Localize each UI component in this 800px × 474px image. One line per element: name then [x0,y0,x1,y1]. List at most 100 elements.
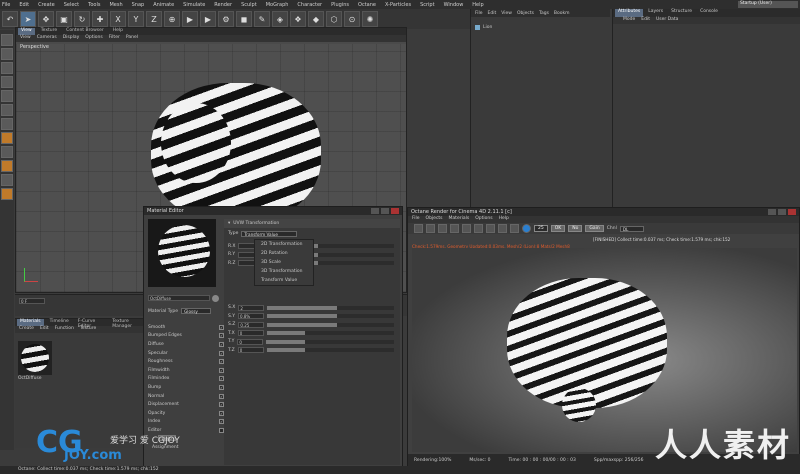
axis-y-button[interactable]: Y [128,11,144,27]
channel-row[interactable]: Filmindex ✓ [148,375,224,384]
menu-script[interactable]: Script [420,2,435,8]
render-settings-icon[interactable]: ⚙ [218,11,234,27]
channel-row[interactable]: Specular ✓ [148,349,224,358]
tab-content-browser[interactable]: Content Browser [63,28,107,35]
menu-animate[interactable]: Animate [153,2,174,8]
menu-mesh[interactable]: Mesh [109,2,122,8]
object-row-lion[interactable]: Lion [471,23,610,32]
edges-mode-icon[interactable] [1,104,13,116]
octane-menu-help[interactable]: Help [499,216,509,223]
material-name-icon[interactable] [212,295,219,302]
menu-simulate[interactable]: Simulate [183,2,205,8]
tweak-mode-icon[interactable] [1,146,13,158]
attr-user-data[interactable]: User Data [656,17,678,24]
viewport-menu-filter[interactable]: Filter [109,35,120,42]
frame-field[interactable]: 0 F [19,298,45,304]
param-field[interactable]: 0 [237,330,264,337]
tab-attributes[interactable]: Attributes [615,9,644,17]
model-mode-icon[interactable] [1,48,13,60]
type-option[interactable]: 3D Transformation [255,267,313,276]
param-slider[interactable] [266,348,394,353]
deformer-icon[interactable]: ◆ [308,11,324,27]
move-icon[interactable]: ✥ [38,11,54,27]
rotate-icon[interactable]: ↻ [74,11,90,27]
camera-icon[interactable]: ⊙ [344,11,360,27]
om-view[interactable]: View [501,11,512,16]
recent-tools-icon[interactable]: ✚ [92,11,108,27]
minimize-icon[interactable] [371,208,379,214]
channel-row[interactable]: Filmwidth ✓ [148,366,224,375]
om-file[interactable]: File [475,11,483,16]
om-tags[interactable]: Tags [539,11,549,16]
tab-structure[interactable]: Structure [668,9,695,17]
pause-render-icon[interactable] [450,224,459,233]
attr-edit[interactable]: Edit [641,17,650,24]
menu-tools[interactable]: Tools [88,2,100,8]
param-slider[interactable] [267,305,394,310]
clay-mode-icon[interactable] [462,224,471,233]
coordinate-system-icon[interactable]: ⊕ [164,11,180,27]
channel-row[interactable]: Roughness ✓ [148,357,224,366]
material-type-dropdown[interactable]: Glossy [181,308,212,315]
workplane-icon[interactable] [1,174,13,186]
save-image-icon[interactable] [486,224,495,233]
octane-titlebar[interactable]: Octane Render for Cinema 4D 2.11.1 [c] [408,208,799,216]
octane-menu-materials[interactable]: Materials [449,216,470,223]
om-bookmarks[interactable]: Bookm [554,11,570,16]
points-mode-icon[interactable] [1,90,13,102]
param-slider[interactable] [267,322,394,327]
channel-row[interactable]: Opacity ✓ [148,409,224,418]
tab-help[interactable]: Help [110,28,126,35]
viewport-menu-options[interactable]: Options [85,35,102,42]
menu-octane[interactable]: Octane [358,2,376,8]
menu-xparticles[interactable]: X-Particles [385,2,411,8]
type-dropdown[interactable]: Transform Value [241,230,298,237]
param-field[interactable]: 0 [237,347,264,354]
material-name-field[interactable]: OctDiffuse [148,295,210,301]
menu-select[interactable]: Select [64,2,79,8]
menu-edit[interactable]: Edit [19,2,29,8]
menu-help[interactable]: Help [472,2,483,8]
menu-file[interactable]: File [2,2,10,8]
om-edit[interactable]: Edit [488,11,497,16]
menu-mograph[interactable]: MoGraph [266,2,289,8]
tab-texture-manager[interactable]: Texture Manager [109,319,145,329]
mm-texture[interactable]: Texture [80,326,96,333]
param-field[interactable]: 0 [237,338,264,345]
viewport-menu-view[interactable]: View [20,35,31,42]
viewport-menu-display[interactable]: Display [63,35,80,42]
om-objects[interactable]: Objects [517,11,534,16]
octane-close-icon[interactable] [788,209,796,215]
param-slider[interactable] [267,314,394,319]
tab-console[interactable]: Console [697,9,721,17]
mm-function[interactable]: Function [55,326,74,333]
menu-create[interactable]: Create [38,2,55,8]
channel-row[interactable]: Bump ✓ [148,383,224,392]
tab-layers[interactable]: Layers [645,9,666,17]
menu-snap[interactable]: Snap [132,2,145,8]
octane-menu-file[interactable]: File [412,216,420,223]
channel-row[interactable]: Bumped Edges ✓ [148,332,224,341]
octane-menu-options[interactable]: Options [475,216,492,223]
send-scene-icon[interactable] [414,224,423,233]
texture-mode-icon[interactable] [1,62,13,74]
chnl-dropdown[interactable]: DL [619,225,644,232]
ok-button[interactable]: OK [550,225,566,232]
render-view-icon[interactable]: ▶ [182,11,198,27]
type-option[interactable]: 2D Rotation [255,249,313,258]
lock-icon[interactable] [474,224,483,233]
octane-menu-objects[interactable]: Objects [426,216,443,223]
channel-row[interactable]: Index ✓ [148,418,224,427]
material-preview[interactable] [148,219,216,287]
gain-button[interactable]: Gain [585,225,604,232]
uvw-section-header[interactable]: ▾ UVW Transformation [224,219,400,228]
tab-timeline[interactable]: Timeline [47,319,72,326]
settings-icon[interactable] [498,224,507,233]
scene-icon[interactable]: ⬡ [326,11,342,27]
octane-minimize-icon[interactable] [768,209,776,215]
tab-materials[interactable]: Materials [17,319,44,326]
menu-character[interactable]: Character [297,2,322,8]
subdivision-icon[interactable]: ◈ [272,11,288,27]
cube-icon[interactable]: ◼ [236,11,252,27]
material-thumbnail[interactable] [18,341,52,375]
